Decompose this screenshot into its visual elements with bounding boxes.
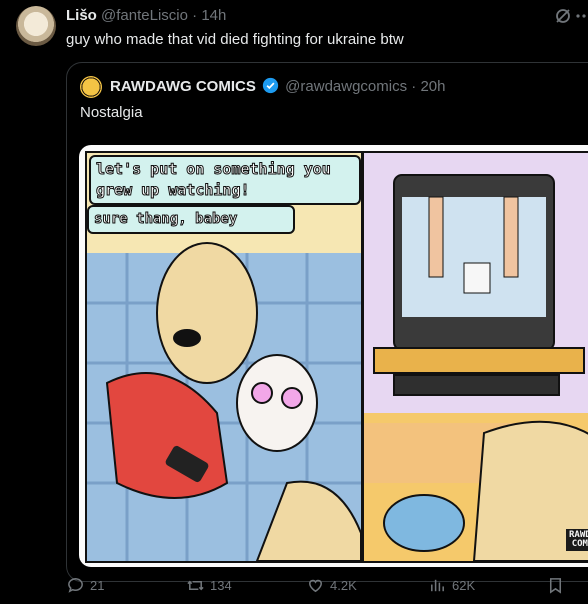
heart-icon	[309, 579, 322, 593]
like-button[interactable]: 4.2K	[306, 576, 357, 595]
repost-count: 134	[210, 578, 232, 593]
quoted-handle[interactable]: @rawdawgcomics	[285, 78, 407, 95]
quoted-header: RAWDAWG COMICS @rawdawgcomics · 20h	[110, 77, 445, 95]
grok-icon[interactable]	[553, 6, 573, 26]
bookmark-button[interactable]	[546, 576, 565, 595]
quoted-author-name[interactable]: RAWDAWG COMICS	[110, 78, 256, 95]
comic-panel-couch: let's put on something you grew up watch…	[85, 151, 363, 563]
repost-icon	[187, 580, 204, 591]
comic-panel-tv: RAWDAWG COMICS	[362, 151, 588, 563]
like-count: 4.2K	[330, 578, 357, 593]
bookmark-icon	[549, 578, 562, 594]
author-handle[interactable]: @fanteLiscio	[101, 7, 188, 24]
quoted-separator: ·	[411, 78, 417, 95]
action-bar: 21 134 4.2K 62K	[66, 576, 588, 598]
views-icon	[431, 579, 444, 592]
quoted-timestamp[interactable]: 20h	[420, 78, 445, 95]
more-icon[interactable]	[574, 6, 588, 26]
author-name[interactable]: Lišo	[66, 7, 97, 24]
reply-button[interactable]: 21	[66, 576, 104, 595]
repost-button[interactable]: 134	[186, 576, 232, 595]
speech-bubble-2: sure thang, babey	[87, 205, 295, 234]
views-count: 62K	[452, 578, 476, 593]
comic-image[interactable]: let's put on something you grew up watch…	[79, 145, 588, 567]
reply-icon	[68, 578, 83, 593]
reply-count: 21	[90, 578, 105, 593]
tweet-header: Lišo @fanteLiscio · 14h	[66, 7, 226, 24]
separator: ·	[192, 7, 198, 24]
quoted-tweet[interactable]: RAWDAWG COMICS @rawdawgcomics · 20h Nost…	[66, 62, 588, 582]
speech-bubble-1: let's put on something you grew up watch…	[89, 155, 361, 205]
quoted-text: Nostalgia	[80, 104, 143, 121]
comic-watermark: RAWDAWG COMICS	[566, 529, 588, 551]
avatar[interactable]	[16, 6, 56, 46]
views-button[interactable]: 62K	[428, 576, 475, 595]
quoted-avatar[interactable]	[80, 76, 102, 98]
verified-badge-icon	[262, 77, 279, 94]
tv-scene-illustration	[364, 153, 588, 561]
tweet-text: guy who made that vid died fighting for …	[66, 31, 404, 48]
timestamp[interactable]: 14h	[201, 7, 226, 24]
watermark-line-2: COMICS	[571, 539, 588, 549]
